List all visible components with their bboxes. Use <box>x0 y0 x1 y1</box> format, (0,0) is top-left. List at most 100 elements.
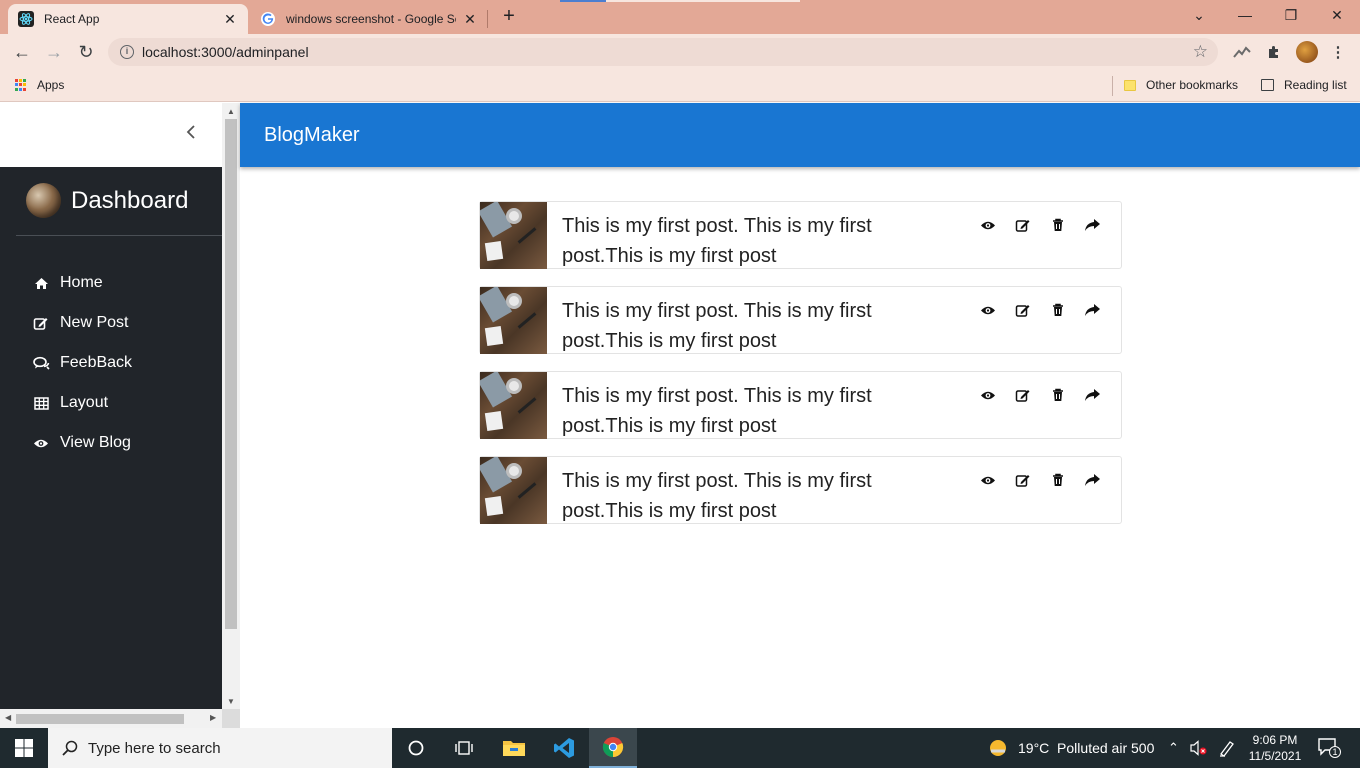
performance-icon[interactable] <box>1232 42 1252 62</box>
weather-widget[interactable]: 19°C Polluted air 500 <box>988 728 1154 768</box>
react-icon <box>18 11 34 27</box>
show-hidden-icons-chevron-icon[interactable]: ⌃ <box>1168 728 1179 768</box>
edit-icon[interactable] <box>1005 471 1040 489</box>
view-eye-icon[interactable] <box>970 386 1005 404</box>
trash-icon[interactable] <box>1040 216 1075 234</box>
taskbar-search-box[interactable]: Type here to search <box>48 728 392 768</box>
pen-workspace-icon[interactable] <box>1218 728 1236 768</box>
restore-button[interactable]: ❐ <box>1268 0 1314 30</box>
windows-taskbar: Type here to search 19°C Polluted air 50… <box>0 728 1360 768</box>
trash-icon[interactable] <box>1040 471 1075 489</box>
bookmark-star-icon[interactable]: ☆ <box>1193 42 1208 62</box>
sidebar: Dashboard Home New Post FeebBack Layout … <box>0 103 222 728</box>
reading-list-label: Reading list <box>1284 78 1347 92</box>
tab-react-app[interactable]: React App ✕ <box>8 4 248 34</box>
sidebar-horizontal-scrollbar[interactable]: ◀ ▶ <box>0 709 222 728</box>
apps-shortcut[interactable]: Apps <box>15 78 64 92</box>
view-eye-icon[interactable] <box>970 216 1005 234</box>
other-bookmarks[interactable]: Other bookmarks <box>1124 78 1238 92</box>
post-list: This is my first post. This is my first … <box>479 201 1122 541</box>
close-window-button[interactable]: ✕ <box>1314 0 1360 30</box>
action-center-icon[interactable]: 1 <box>1318 728 1342 768</box>
address-bar[interactable]: i localhost:3000/adminpanel ☆ <box>108 38 1218 66</box>
sidebar-item-layout[interactable]: Layout <box>32 383 132 423</box>
back-arrow-icon[interactable]: ← <box>10 40 34 64</box>
profile-avatar[interactable] <box>1296 41 1318 63</box>
scroll-right-arrow-icon[interactable]: ▶ <box>210 713 216 722</box>
share-icon[interactable] <box>1075 386 1110 404</box>
edit-icon[interactable] <box>1005 216 1040 234</box>
view-eye-icon[interactable] <box>970 301 1005 319</box>
sidebar-item-feedback[interactable]: FeebBack <box>32 343 132 383</box>
windows-start-button[interactable] <box>0 728 48 768</box>
dashboard-avatar <box>26 183 61 218</box>
scroll-down-arrow-icon[interactable]: ▼ <box>227 697 235 706</box>
post-actions <box>970 301 1110 319</box>
sidebar-vertical-scrollbar[interactable]: ▲ ▼ <box>222 103 240 709</box>
share-icon[interactable] <box>1075 471 1110 489</box>
menu-kebab-icon[interactable]: ⋮ <box>1328 42 1348 62</box>
post-card: This is my first post. This is my first … <box>479 201 1122 269</box>
scrollbar-corner <box>222 709 240 728</box>
chrome-icon[interactable] <box>589 728 637 768</box>
post-text: This is my first post. This is my first … <box>562 215 872 267</box>
scroll-up-arrow-icon[interactable]: ▲ <box>227 107 235 116</box>
eye-icon <box>32 438 50 449</box>
trash-icon[interactable] <box>1040 301 1075 319</box>
folder-icon <box>1124 79 1136 91</box>
scrollbar-thumb[interactable] <box>225 119 237 629</box>
browser-tab-strip: React App ✕ windows screenshot - Google … <box>0 0 1360 34</box>
sidebar-item-view-blog[interactable]: View Blog <box>32 423 132 463</box>
tab-drag-indicator <box>560 0 800 2</box>
post-thumbnail <box>480 372 547 439</box>
tab-separator <box>487 10 488 28</box>
scrollbar-thumb[interactable] <box>16 714 184 724</box>
url-text: localhost:3000/adminpanel <box>142 44 309 60</box>
post-text: This is my first post. This is my first … <box>562 300 872 352</box>
minimize-button[interactable]: — <box>1222 0 1268 30</box>
forward-arrow-icon[interactable]: → <box>42 40 66 64</box>
file-explorer-icon[interactable] <box>490 728 538 768</box>
reload-icon[interactable]: ↻ <box>74 40 98 64</box>
sidebar-header <box>0 103 222 167</box>
edit-icon[interactable] <box>1005 301 1040 319</box>
tab-search-icon[interactable]: ⌄ <box>1176 0 1222 30</box>
home-icon <box>32 277 50 290</box>
vscode-icon[interactable] <box>540 728 588 768</box>
tab-google-search[interactable]: windows screenshot - Google Se ✕ <box>250 4 488 34</box>
search-placeholder: Type here to search <box>88 739 221 757</box>
scroll-left-arrow-icon[interactable]: ◀ <box>5 713 11 722</box>
new-tab-button[interactable]: + <box>498 6 520 28</box>
trash-icon[interactable] <box>1040 386 1075 404</box>
reading-list[interactable]: Reading list <box>1261 78 1347 92</box>
chevron-left-icon[interactable] <box>186 125 196 144</box>
sidebar-item-label: New Post <box>60 314 129 331</box>
volume-muted-icon[interactable] <box>1190 728 1208 768</box>
task-view-icon[interactable] <box>440 728 488 768</box>
cortana-icon[interactable] <box>392 728 440 768</box>
taskbar-clock[interactable]: 9:06 PM 11/5/2021 <box>1244 732 1306 764</box>
browser-toolbar: ← → ↻ i localhost:3000/adminpanel ☆ ⋮ <box>0 34 1360 70</box>
search-icon <box>62 740 78 756</box>
close-tab-icon[interactable]: ✕ <box>462 11 478 28</box>
edit-icon[interactable] <box>1005 386 1040 404</box>
post-text: This is my first post. This is my first … <box>562 385 872 437</box>
bookmarks-bar: Apps Other bookmarks Reading list <box>0 70 1360 102</box>
app-header: BlogMaker <box>240 103 1360 167</box>
view-eye-icon[interactable] <box>970 471 1005 489</box>
weather-text: 19°C Polluted air 500 <box>1018 740 1155 756</box>
sidebar-item-home[interactable]: Home <box>32 263 132 303</box>
post-card: This is my first post. This is my first … <box>479 456 1122 524</box>
sidebar-divider <box>16 235 222 236</box>
post-card: This is my first post. This is my first … <box>479 371 1122 439</box>
extensions-puzzle-icon[interactable] <box>1264 42 1284 62</box>
post-card: This is my first post. This is my first … <box>479 286 1122 354</box>
sidebar-item-new-post[interactable]: New Post <box>32 303 132 343</box>
share-icon[interactable] <box>1075 216 1110 234</box>
close-tab-icon[interactable]: ✕ <box>222 11 238 28</box>
site-info-icon[interactable]: i <box>120 45 134 59</box>
post-thumbnail <box>480 457 547 524</box>
google-icon <box>260 11 276 27</box>
share-icon[interactable] <box>1075 301 1110 319</box>
bookmark-separator <box>1112 76 1113 96</box>
